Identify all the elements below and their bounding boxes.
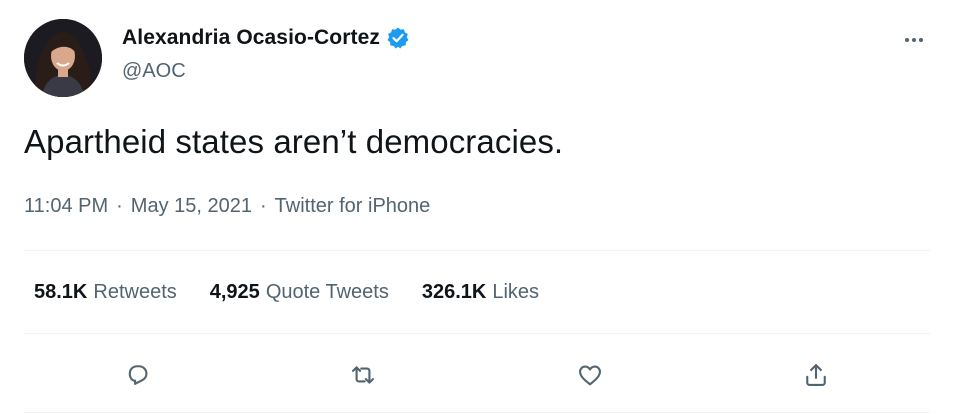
retweets-stat[interactable]: 58.1K Retweets — [34, 281, 177, 304]
meta-separator: · — [260, 195, 267, 217]
tweet-text: Apartheid states aren’t democracies. — [24, 123, 564, 160]
divider — [24, 412, 930, 413]
author-display-name[interactable]: Alexandria Ocasio-Cortez — [122, 26, 380, 50]
reply-icon — [128, 365, 148, 385]
quote-tweets-label: Quote Tweets — [265, 281, 389, 303]
tweet-time[interactable]: 11:04 PM — [24, 195, 108, 218]
avatar-image — [24, 19, 102, 97]
like-button[interactable] — [574, 359, 606, 391]
quote-tweets-count: 4,925 — [209, 281, 260, 303]
like-icon — [579, 365, 601, 386]
likes-count: 326.1K — [421, 281, 487, 303]
share-icon — [806, 364, 826, 386]
quote-tweets-stat[interactable]: 4,925 Quote Tweets — [210, 281, 389, 304]
retweet-icon — [352, 366, 374, 384]
meta-separator: · — [116, 195, 123, 217]
likes-label: Likes — [492, 281, 540, 303]
retweet-button[interactable] — [347, 359, 379, 391]
likes-stat[interactable]: 326.1K Likes — [422, 281, 539, 304]
tweet-date[interactable]: May 15, 2021 — [131, 195, 252, 218]
more-options-icon[interactable] — [898, 28, 930, 52]
author-handle[interactable]: @AOC — [122, 60, 186, 83]
retweets-count: 58.1K — [34, 281, 88, 303]
retweets-label: Retweets — [93, 281, 177, 303]
tweet-metadata: 11:04 PM · May 15, 2021 · Twitter for iP… — [24, 195, 430, 218]
tweet-card: Alexandria Ocasio-Cortez @AOC Apartheid … — [0, 0, 960, 414]
divider — [24, 250, 930, 251]
tweet-source[interactable]: Twitter for iPhone — [275, 195, 431, 218]
divider — [24, 333, 930, 334]
share-button[interactable] — [800, 359, 832, 391]
avatar[interactable] — [24, 19, 102, 97]
verified-badge-icon — [386, 26, 410, 50]
author-name-row: Alexandria Ocasio-Cortez — [122, 26, 410, 50]
reply-button[interactable] — [122, 359, 154, 391]
engagement-stats: 58.1K Retweets 4,925 Quote Tweets 326.1K… — [34, 281, 572, 304]
